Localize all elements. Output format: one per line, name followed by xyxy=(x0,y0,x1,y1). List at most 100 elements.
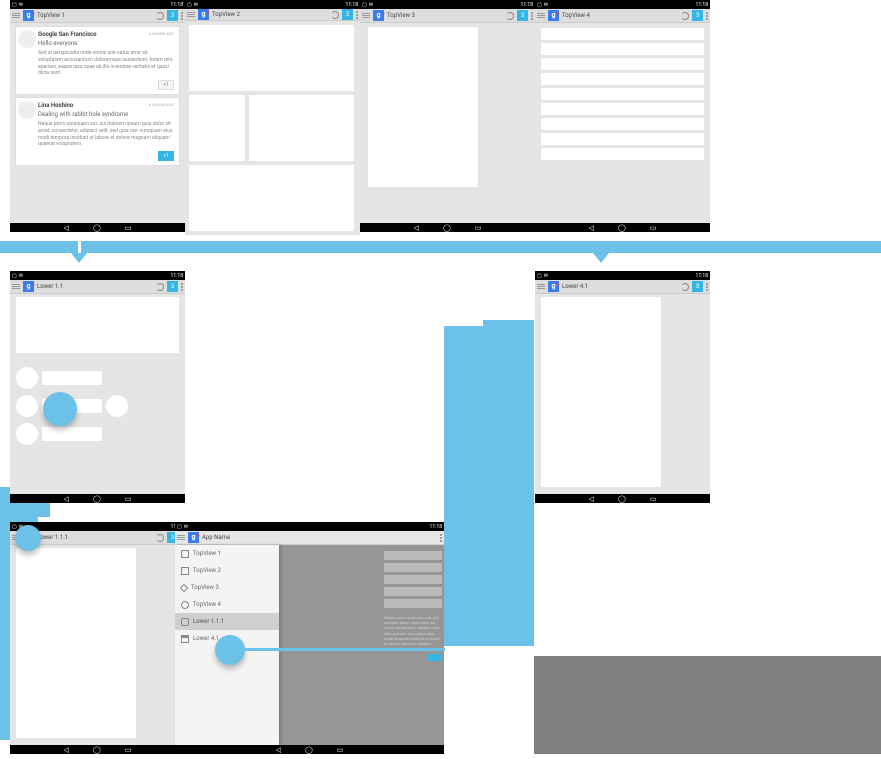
app-name: App Name xyxy=(202,534,230,541)
list-item[interactable] xyxy=(541,58,704,70)
notification-badge[interactable]: 3 xyxy=(342,9,353,20)
frame-lower-4-1: ▢✉ 11:18 g Lower 4.1 3 ◁ ◯ ▭ xyxy=(535,271,710,503)
post-card[interactable]: Google San Francisco 6 HOURS AGO Hello e… xyxy=(16,27,179,94)
action-bar: g TopView 3 3 xyxy=(360,9,535,23)
post-card[interactable]: Lina Hoshino 6 HOURS AGO Dealing with ra… xyxy=(16,98,179,165)
detail-card[interactable] xyxy=(368,27,478,187)
drawer-item-topview-1[interactable]: TopView 1 xyxy=(175,545,279,562)
recents-icon[interactable]: ▭ xyxy=(125,224,132,232)
drawer-icon[interactable] xyxy=(362,11,370,21)
tile[interactable] xyxy=(189,25,354,91)
recents-icon[interactable]: ▭ xyxy=(650,495,657,503)
recents-icon[interactable]: ▭ xyxy=(125,746,132,754)
recents-icon[interactable]: ▭ xyxy=(337,746,344,754)
overflow-icon[interactable] xyxy=(356,11,358,19)
drawer-icon[interactable] xyxy=(12,11,20,21)
avatar xyxy=(18,101,36,119)
status-bar: ▢✉ 11:18 xyxy=(175,522,444,531)
back-icon[interactable]: ◁ xyxy=(589,495,594,503)
notification-badge[interactable]: 3 xyxy=(692,10,703,21)
refresh-icon[interactable] xyxy=(681,12,689,20)
drawer-item-topview-4[interactable]: TopView 4 xyxy=(175,596,279,613)
list-item[interactable] xyxy=(541,43,704,55)
status-bar: ▢✉ 11:18 xyxy=(185,0,360,9)
back-icon[interactable]: ◁ xyxy=(276,746,281,754)
refresh-icon[interactable] xyxy=(506,12,514,20)
home-icon[interactable]: ◯ xyxy=(93,495,101,503)
drawer-item-topview-3[interactable]: TopView 3 xyxy=(175,579,279,596)
refresh-icon[interactable] xyxy=(156,283,164,291)
home-icon[interactable]: ◯ xyxy=(443,224,451,232)
list-item[interactable] xyxy=(541,133,704,145)
refresh-icon[interactable] xyxy=(681,283,689,291)
back-icon[interactable]: ◁ xyxy=(414,224,419,232)
drawer-icon[interactable] xyxy=(537,282,545,292)
notification-badge[interactable]: 3 xyxy=(517,10,528,21)
refresh-icon[interactable] xyxy=(156,12,164,20)
list-item[interactable] xyxy=(541,73,704,85)
plus-one-button[interactable]: +1 xyxy=(158,151,174,161)
recents-icon[interactable]: ▭ xyxy=(650,224,657,232)
tile[interactable] xyxy=(249,95,354,161)
list-item[interactable] xyxy=(42,371,102,385)
home-icon[interactable]: ◯ xyxy=(93,746,101,754)
drawer-icon[interactable] xyxy=(537,11,545,21)
overflow-icon[interactable] xyxy=(706,12,708,20)
drawer-icon[interactable] xyxy=(177,533,185,543)
list-item[interactable] xyxy=(541,118,704,130)
notification-badge[interactable]: 3 xyxy=(692,281,703,292)
back-icon[interactable]: ◁ xyxy=(589,224,594,232)
hero-card[interactable] xyxy=(16,297,179,353)
nav-bar: ◁ ◯ ▭ xyxy=(10,223,185,232)
flow-connector xyxy=(245,648,445,651)
post-time: 6 HOURS AGO xyxy=(149,102,174,109)
refresh-icon[interactable] xyxy=(331,11,339,19)
folder-icon xyxy=(181,635,189,643)
home-icon[interactable]: ◯ xyxy=(93,224,101,232)
list-item[interactable] xyxy=(541,148,704,160)
plus-one-button[interactable]: +1 xyxy=(158,80,174,90)
refresh-icon[interactable] xyxy=(156,534,164,542)
back-icon[interactable]: ◁ xyxy=(64,746,69,754)
action-bar: g Lower 1.1 3 xyxy=(10,280,185,294)
home-icon[interactable]: ◯ xyxy=(618,224,626,232)
home-icon[interactable]: ◯ xyxy=(618,495,626,503)
overflow-icon[interactable] xyxy=(706,283,708,291)
detail-card[interactable] xyxy=(16,548,136,738)
drawer-scrim[interactable]: Neque porro quisquam est, qui dolorem ip… xyxy=(279,545,444,745)
frame-lower-1-1-1: ▢✉ 11:18 g Lower 1.1.1 3 ◁ ◯ ▭ xyxy=(10,522,185,754)
drawer-item-lower-1-1-1[interactable]: Lower 1.1.1 xyxy=(175,613,279,630)
tile[interactable] xyxy=(189,95,245,161)
detail-card[interactable] xyxy=(541,297,661,487)
list xyxy=(535,23,710,165)
drawer-icon[interactable] xyxy=(187,10,195,20)
touch-indicator-icon xyxy=(215,635,245,665)
clock: 11:18 xyxy=(346,2,358,8)
circle-icon xyxy=(181,601,189,609)
home-icon[interactable]: ◯ xyxy=(305,746,313,754)
notification-badge[interactable]: 3 xyxy=(167,10,178,21)
drawer-item-topview-2[interactable]: TopView 2 xyxy=(175,562,279,579)
nav-bar: ◁ ◯ ▭ xyxy=(535,223,710,232)
recents-icon[interactable]: ▭ xyxy=(125,495,132,503)
list-item[interactable] xyxy=(541,103,704,115)
tag-icon xyxy=(180,583,188,591)
notification-badge[interactable]: 3 xyxy=(167,281,178,292)
frame-lower-1-1: ▢✉ 11:18 g Lower 1.1 3 ◁ ◯ ▭ xyxy=(10,271,185,503)
overflow-icon[interactable] xyxy=(440,534,442,542)
overflow-icon[interactable] xyxy=(181,12,183,20)
overflow-icon[interactable] xyxy=(531,12,533,20)
overflow-icon[interactable] xyxy=(181,283,183,291)
back-icon[interactable]: ◁ xyxy=(64,224,69,232)
tile[interactable] xyxy=(189,165,354,231)
drawer-icon[interactable] xyxy=(12,282,20,292)
back-icon[interactable]: ◁ xyxy=(64,495,69,503)
list-item[interactable] xyxy=(541,88,704,100)
list-item[interactable] xyxy=(541,28,704,40)
app-logo: g xyxy=(23,10,34,21)
screen-title: Lower 1.1.1 xyxy=(37,534,68,541)
recents-icon[interactable]: ▭ xyxy=(475,224,482,232)
list-item[interactable] xyxy=(42,427,102,441)
post-subtitle: Hello everyone. xyxy=(38,40,174,47)
frame-topview-3: ▢✉ 11:18 g TopView 3 3 ◁ ◯ ▭ xyxy=(360,0,535,232)
